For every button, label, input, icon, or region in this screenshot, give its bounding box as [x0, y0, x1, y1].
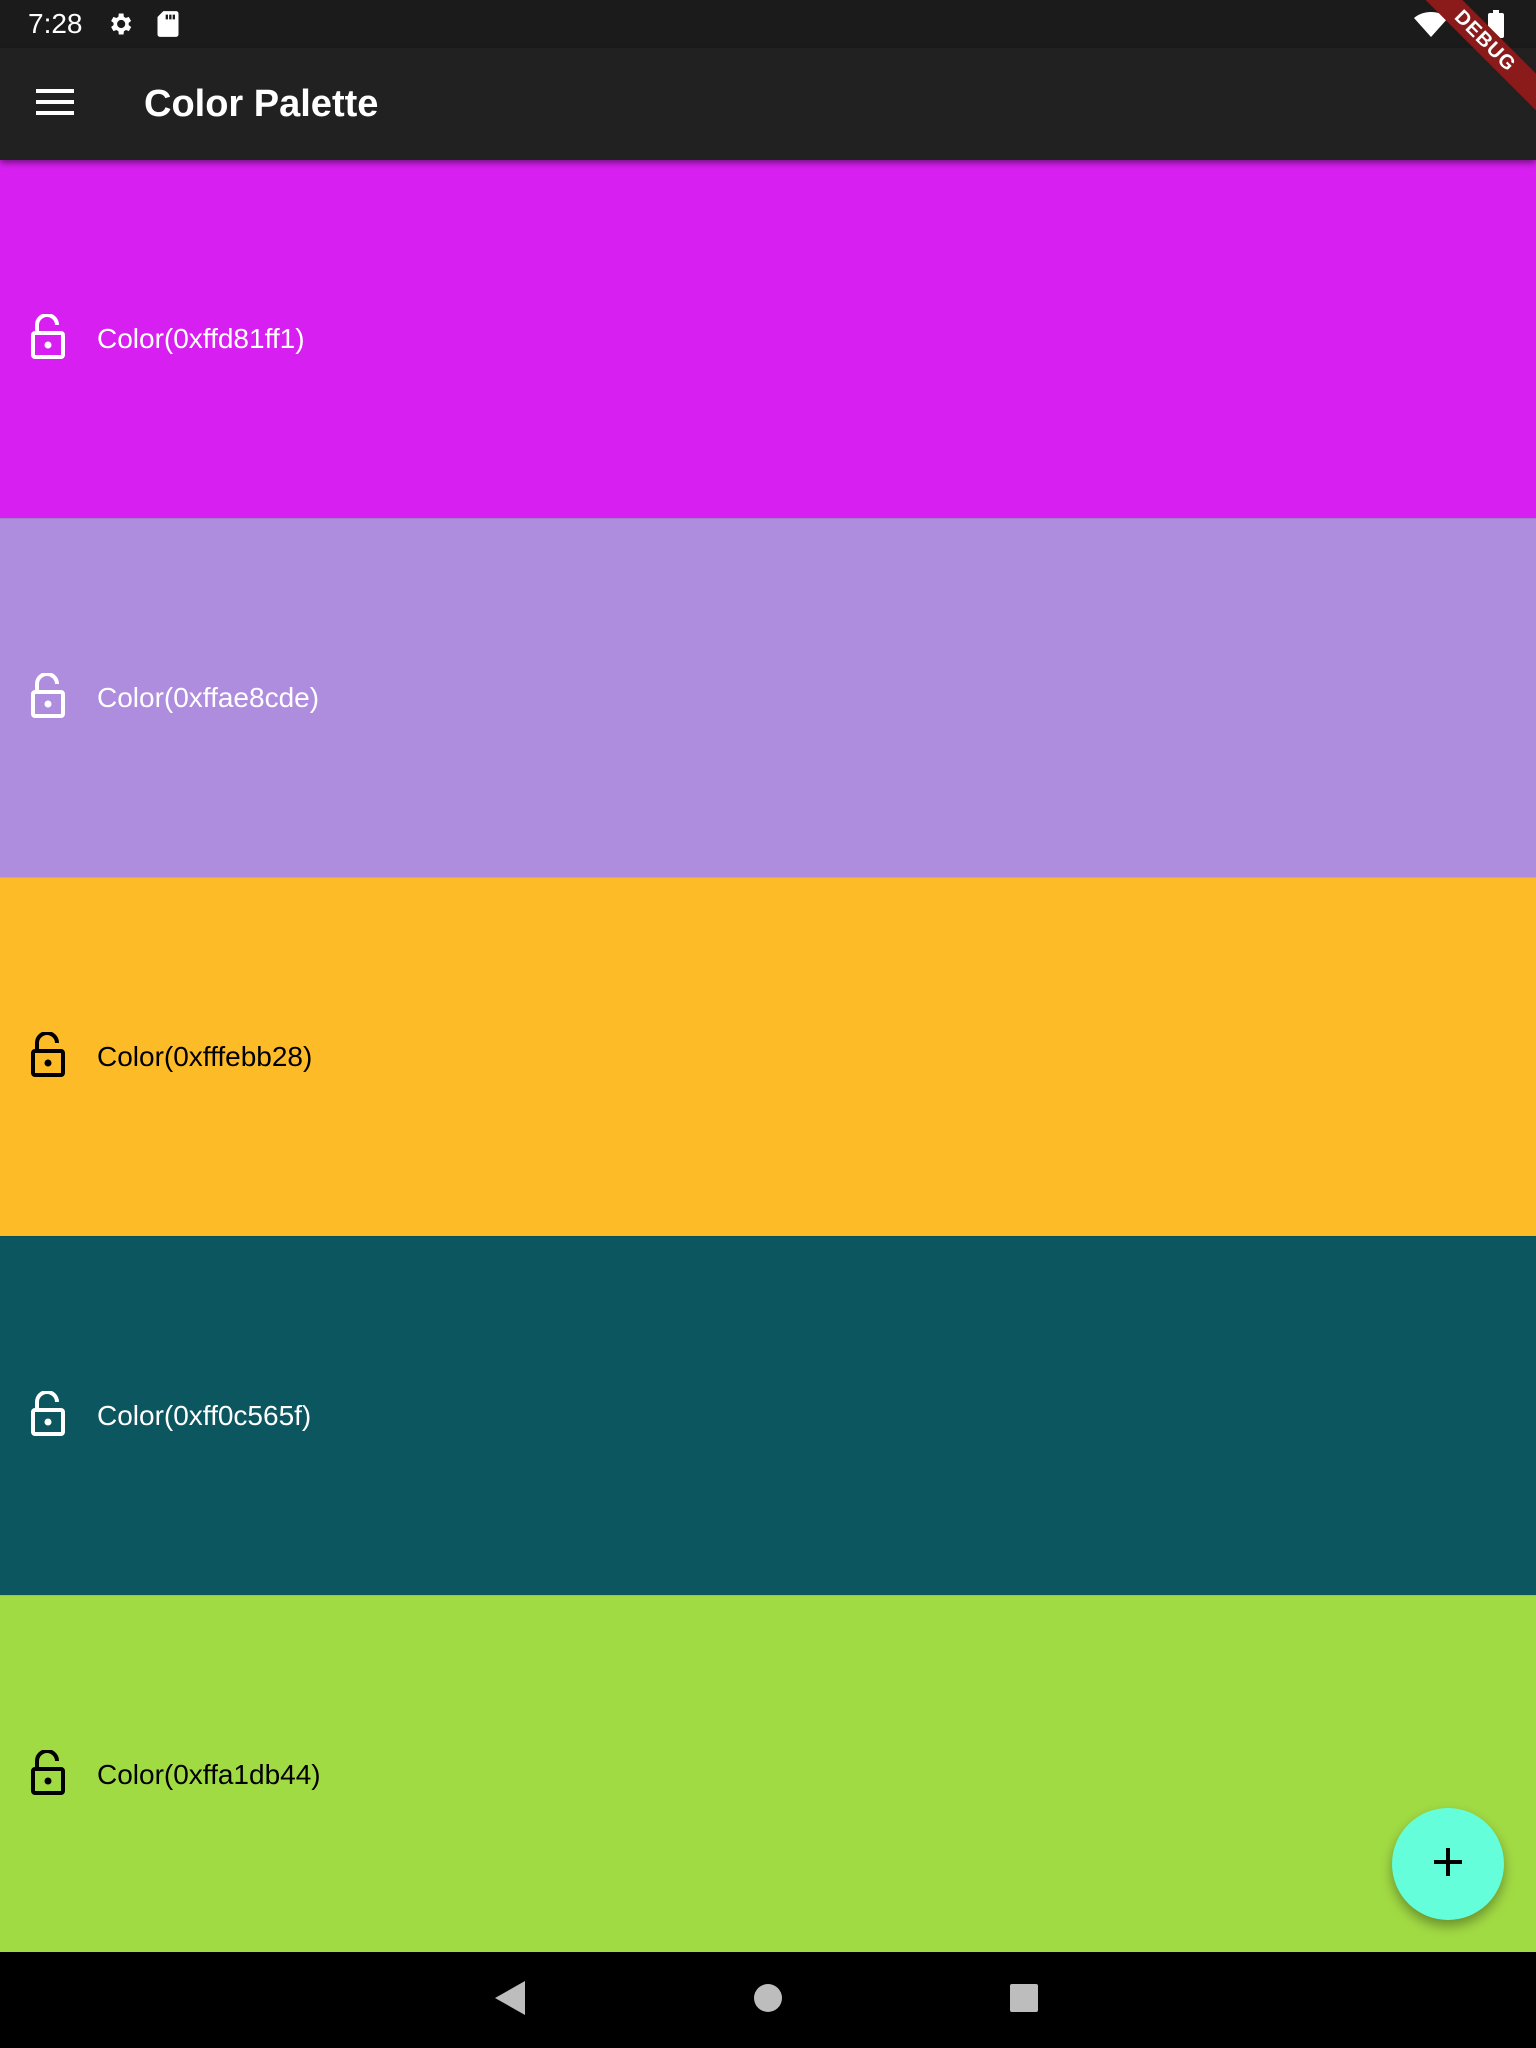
- lock-open-icon: [30, 312, 66, 365]
- color-label: Color(0xff0c565f): [97, 1400, 312, 1431]
- lock-open-icon: [30, 1030, 66, 1083]
- color-swatch[interactable]: Color(0xffa1db44): [0, 1595, 1536, 1954]
- status-time: 7:28: [28, 8, 83, 39]
- home-button[interactable]: [738, 1970, 798, 2030]
- lock-open-icon: [30, 1389, 66, 1442]
- lock-toggle-button[interactable]: [22, 1387, 74, 1445]
- plus-icon: [1432, 1846, 1464, 1883]
- app-bar: Color Palette: [0, 48, 1536, 160]
- color-label: Color(0xffa1db44): [97, 1759, 321, 1790]
- lock-toggle-button[interactable]: [22, 1746, 74, 1804]
- sd-card-icon: [156, 10, 180, 43]
- back-icon: [495, 1980, 525, 2020]
- menu-button[interactable]: [26, 76, 84, 132]
- recents-icon: [1010, 1983, 1038, 2017]
- back-button[interactable]: [480, 1970, 540, 2030]
- gear-icon: [106, 10, 134, 43]
- add-color-button[interactable]: [1392, 1808, 1504, 1920]
- hamburger-menu-icon: [36, 88, 74, 121]
- lock-open-icon: [30, 1748, 66, 1801]
- page-title: Color Palette: [144, 83, 379, 125]
- color-swatch[interactable]: Color(0xffd81ff1): [0, 160, 1536, 518]
- color-label: Color(0xffd81ff1): [97, 323, 305, 354]
- navigation-bar: [0, 1952, 1536, 2048]
- color-swatch[interactable]: Color(0xffae8cde): [0, 518, 1536, 877]
- lock-toggle-button[interactable]: [22, 1028, 74, 1086]
- color-label: Color(0xfffebb28): [97, 1041, 313, 1072]
- lock-open-icon: [30, 671, 66, 724]
- color-swatch[interactable]: Color(0xff0c565f): [0, 1236, 1536, 1595]
- color-palette-list: Color(0xffd81ff1) Color(0xffae8cde) Colo…: [0, 160, 1536, 1954]
- color-swatch[interactable]: Color(0xfffebb28): [0, 877, 1536, 1236]
- status-bar: 7:28: [0, 0, 1536, 48]
- color-label: Color(0xffae8cde): [97, 682, 320, 713]
- recents-button[interactable]: [994, 1970, 1054, 2030]
- battery-icon: [1488, 10, 1504, 43]
- wifi-icon: [1414, 12, 1448, 43]
- lock-toggle-button[interactable]: [22, 310, 74, 368]
- home-icon: [753, 1983, 783, 2018]
- lock-toggle-button[interactable]: [22, 669, 74, 727]
